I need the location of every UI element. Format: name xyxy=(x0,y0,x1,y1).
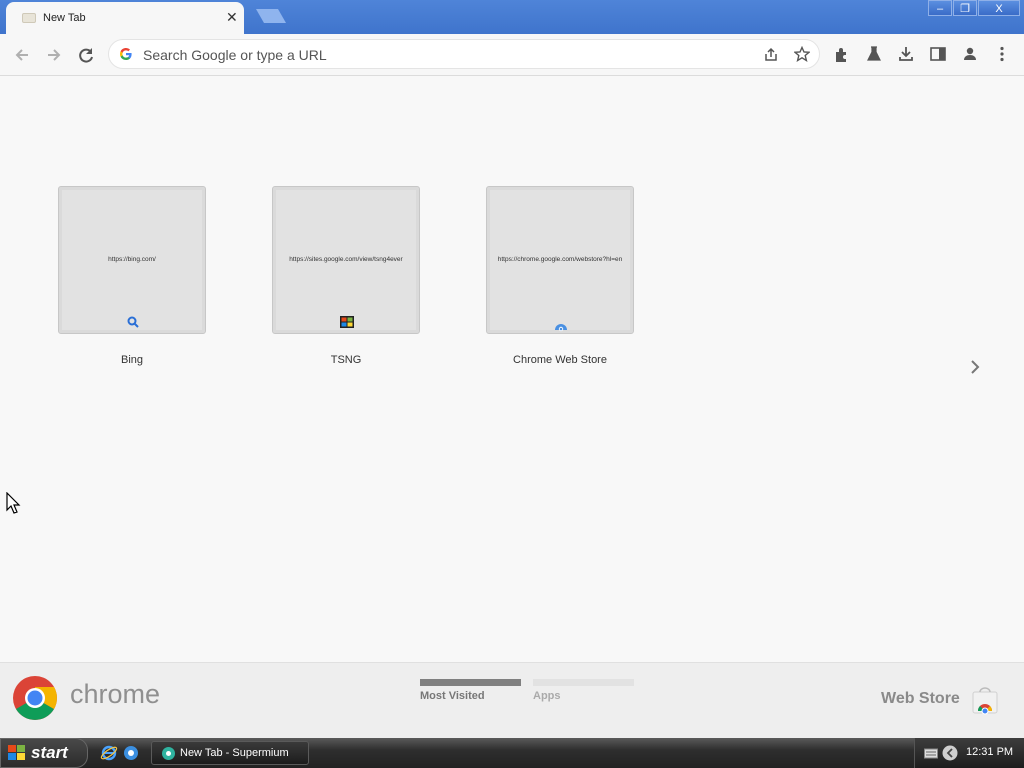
tile-bing[interactable]: https://bing.com/ xyxy=(58,186,206,334)
tile-label: TSNG xyxy=(330,354,362,366)
tab-new-tab[interactable]: New Tab ✕ xyxy=(6,2,244,34)
minimize-button[interactable]: – xyxy=(928,0,952,16)
tab-close-icon[interactable]: ✕ xyxy=(226,9,238,26)
share-icon[interactable] xyxy=(763,47,779,63)
close-window-button[interactable]: X xyxy=(978,0,1020,16)
tile-tsng[interactable]: https://sites.google.com/view/tsng4ever xyxy=(272,186,420,334)
internet-explorer-icon[interactable] xyxy=(100,744,118,762)
next-page-arrow-icon[interactable] xyxy=(966,358,984,376)
side-panel-icon[interactable] xyxy=(929,45,947,63)
tile-url: https://chrome.google.com/webstore?hl=en xyxy=(497,256,623,263)
web-store-bag-icon[interactable] xyxy=(970,685,1000,715)
tab-apps[interactable]: Apps xyxy=(533,690,561,702)
start-label: start xyxy=(31,743,68,762)
restore-button[interactable]: ❐ xyxy=(953,0,977,16)
chrome-logo-icon[interactable] xyxy=(12,675,58,721)
windows-flag-icon xyxy=(340,316,354,328)
mouse-cursor-icon xyxy=(6,492,21,514)
web-store-link[interactable]: Web Store xyxy=(881,690,960,708)
supermium-icon xyxy=(162,747,175,760)
search-icon xyxy=(127,316,139,328)
google-g-icon xyxy=(120,48,132,60)
page-icon xyxy=(22,13,36,23)
tile-label: Chrome Web Store xyxy=(513,354,607,366)
tab-most-visited[interactable]: Most Visited xyxy=(420,690,485,702)
chrome-webstore-icon xyxy=(555,324,567,332)
address-bar[interactable] xyxy=(108,39,820,69)
menu-kebab-icon[interactable] xyxy=(993,45,1011,63)
taskbar-item-supermium[interactable]: New Tab - Supermium xyxy=(151,741,309,765)
address-input[interactable] xyxy=(141,45,745,65)
download-icon[interactable] xyxy=(897,45,915,63)
most-visited-tab-indicator[interactable] xyxy=(420,679,521,686)
browser-toolbar xyxy=(0,34,1024,76)
ntp-footer: chrome Most Visited Apps Web Store xyxy=(0,662,1024,739)
tile-chrome-web-store[interactable]: https://chrome.google.com/webstore?hl=en xyxy=(486,186,634,334)
keyboard-icon[interactable] xyxy=(924,747,938,759)
tab-title: New Tab xyxy=(43,12,86,24)
forward-icon[interactable] xyxy=(43,44,65,66)
taskbar-item-label: New Tab - Supermium xyxy=(180,747,289,759)
apps-tab-indicator[interactable] xyxy=(533,679,634,686)
os-taskbar: start New Tab - Supermium 12:31 PM xyxy=(0,738,1024,768)
chrome-wordmark: chrome xyxy=(70,679,161,709)
start-button[interactable]: start xyxy=(0,738,88,768)
tray-expand-icon[interactable] xyxy=(942,745,958,761)
clock: 12:31 PM xyxy=(966,746,1014,758)
labs-flask-icon[interactable] xyxy=(865,45,883,63)
bookmark-star-icon[interactable] xyxy=(794,46,810,62)
extensions-icon[interactable] xyxy=(833,45,851,63)
tile-url: https://sites.google.com/view/tsng4ever xyxy=(289,256,403,263)
tile-url: https://bing.com/ xyxy=(108,256,156,263)
browser-quicklaunch-icon[interactable] xyxy=(122,744,140,762)
windows-logo-icon xyxy=(8,745,25,760)
back-icon[interactable] xyxy=(11,44,33,66)
reload-icon[interactable] xyxy=(75,44,97,66)
title-bar: New Tab ✕ – ❐ X xyxy=(0,0,1024,34)
tile-label: Bing xyxy=(120,354,144,366)
new-tab-button[interactable] xyxy=(256,9,286,23)
system-tray: 12:31 PM xyxy=(914,738,1024,768)
profile-icon[interactable] xyxy=(961,45,979,63)
